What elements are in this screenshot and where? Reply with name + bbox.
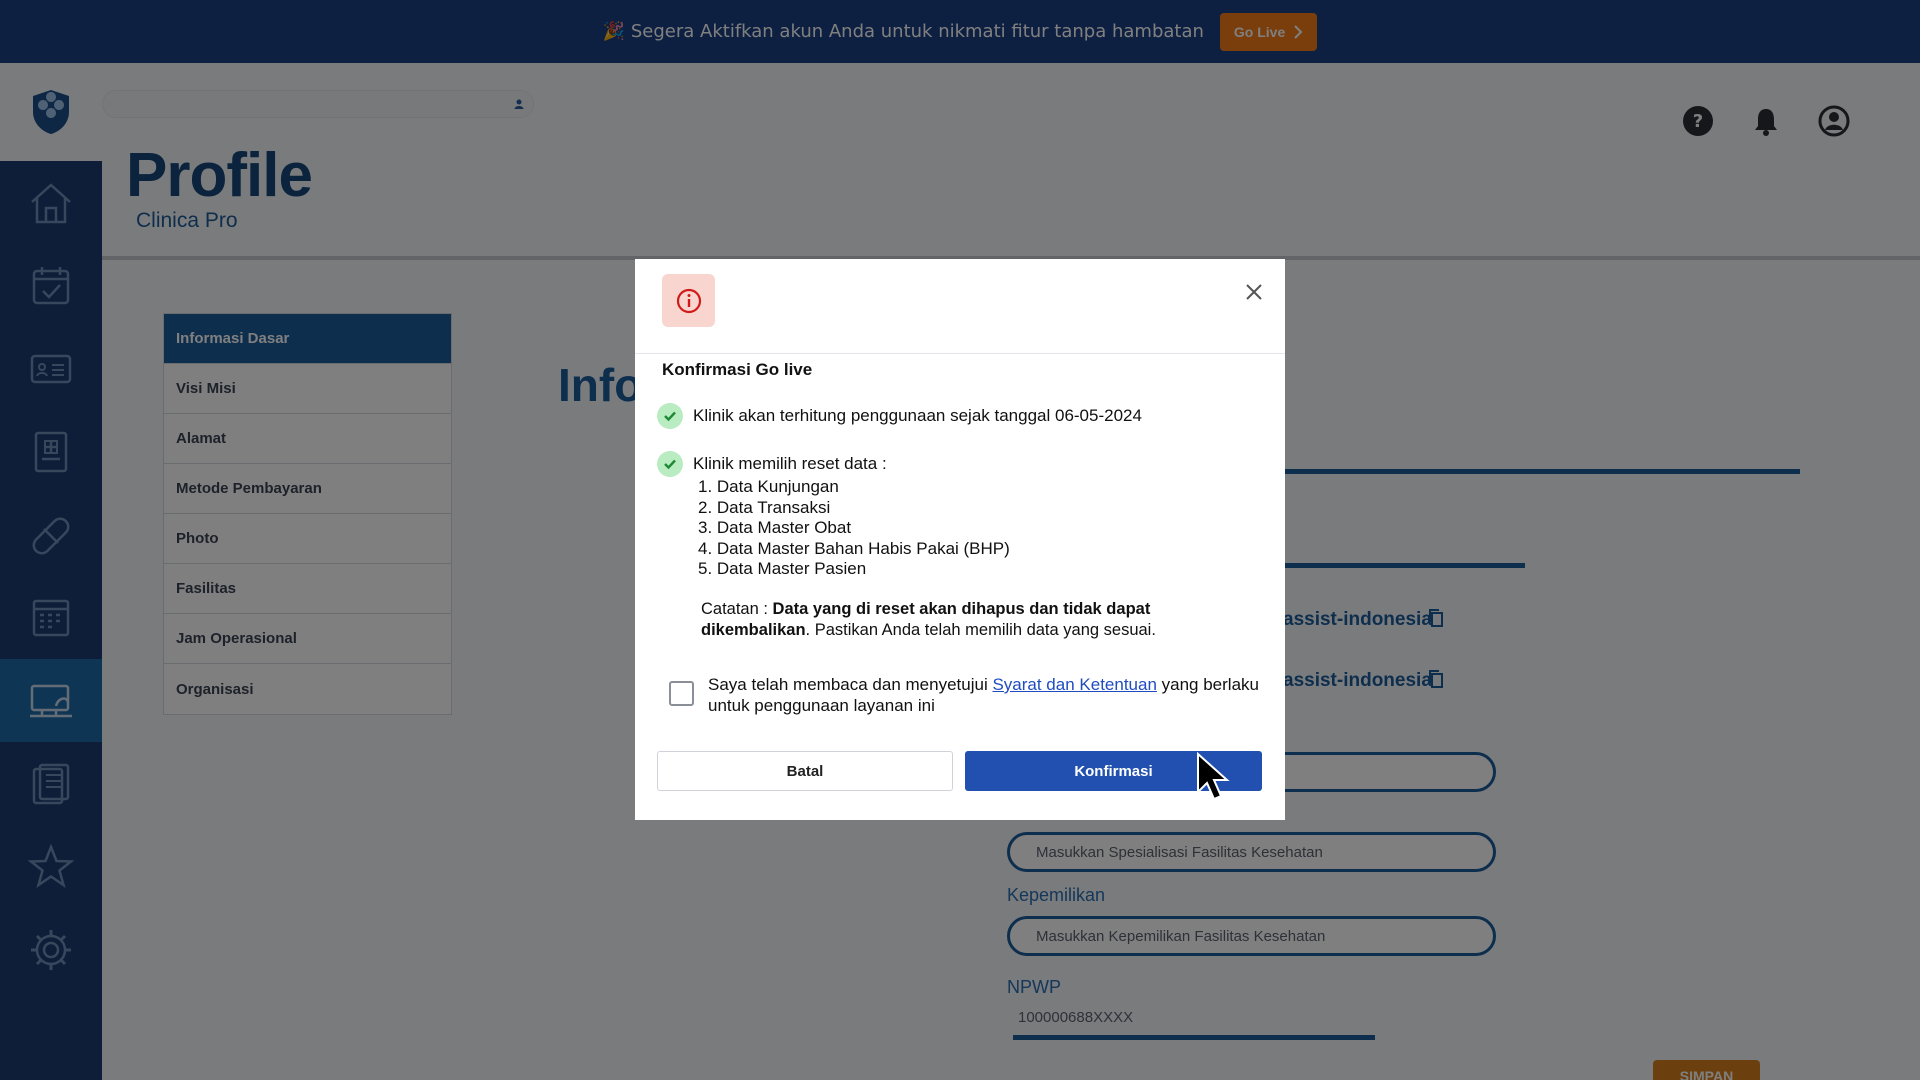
list-item: 5. Data Master Pasien — [698, 559, 867, 578]
info-badge — [662, 274, 715, 327]
check-icon — [657, 451, 683, 477]
list-item: 1. Data Kunjungan — [698, 477, 839, 496]
terms-text: Saya telah membaca dan menyetujui Syarat… — [708, 674, 1259, 716]
terms-link[interactable]: Syarat dan Ketentuan — [992, 675, 1156, 694]
info-icon — [676, 288, 701, 313]
list-item: 3. Data Master Obat — [698, 518, 852, 537]
note-prefix: Catatan : — [701, 600, 773, 618]
modal-header — [635, 259, 1285, 354]
usage-date-text: Klinik akan terhitung penggunaan sejak t… — [693, 406, 1142, 425]
reset-note: Catatan : Data yang di reset akan dihapu… — [701, 599, 1261, 641]
check-icon — [657, 403, 683, 429]
check-reset-data: Klinik memilih reset data : — [657, 451, 887, 477]
check-usage-date: Klinik akan terhitung penggunaan sejak t… — [657, 403, 1142, 429]
go-live-confirm-modal: Konfirmasi Go live Klinik akan terhitung… — [635, 259, 1285, 820]
terms-prefix: Saya telah membaca dan menyetujui — [708, 675, 993, 694]
mouse-cursor-icon — [1197, 752, 1230, 801]
close-icon[interactable] — [1243, 281, 1265, 303]
terms-agreement: Saya telah membaca dan menyetujui Syarat… — [669, 674, 1259, 716]
terms-checkbox[interactable] — [669, 681, 694, 706]
reset-data-text: Klinik memilih reset data : — [693, 454, 887, 473]
note-suffix: . Pastikan Anda telah memilih data yang … — [805, 621, 1156, 639]
cancel-button[interactable]: Batal — [657, 751, 953, 791]
modal-title: Konfirmasi Go live — [662, 360, 813, 379]
list-item: 2. Data Transaksi — [698, 497, 831, 517]
reset-data-list: 1. Data Kunjungan 2. Data Transaksi 3. D… — [698, 477, 1010, 580]
list-item: 4. Data Master Bahan Habis Pakai (BHP) — [698, 538, 1010, 558]
